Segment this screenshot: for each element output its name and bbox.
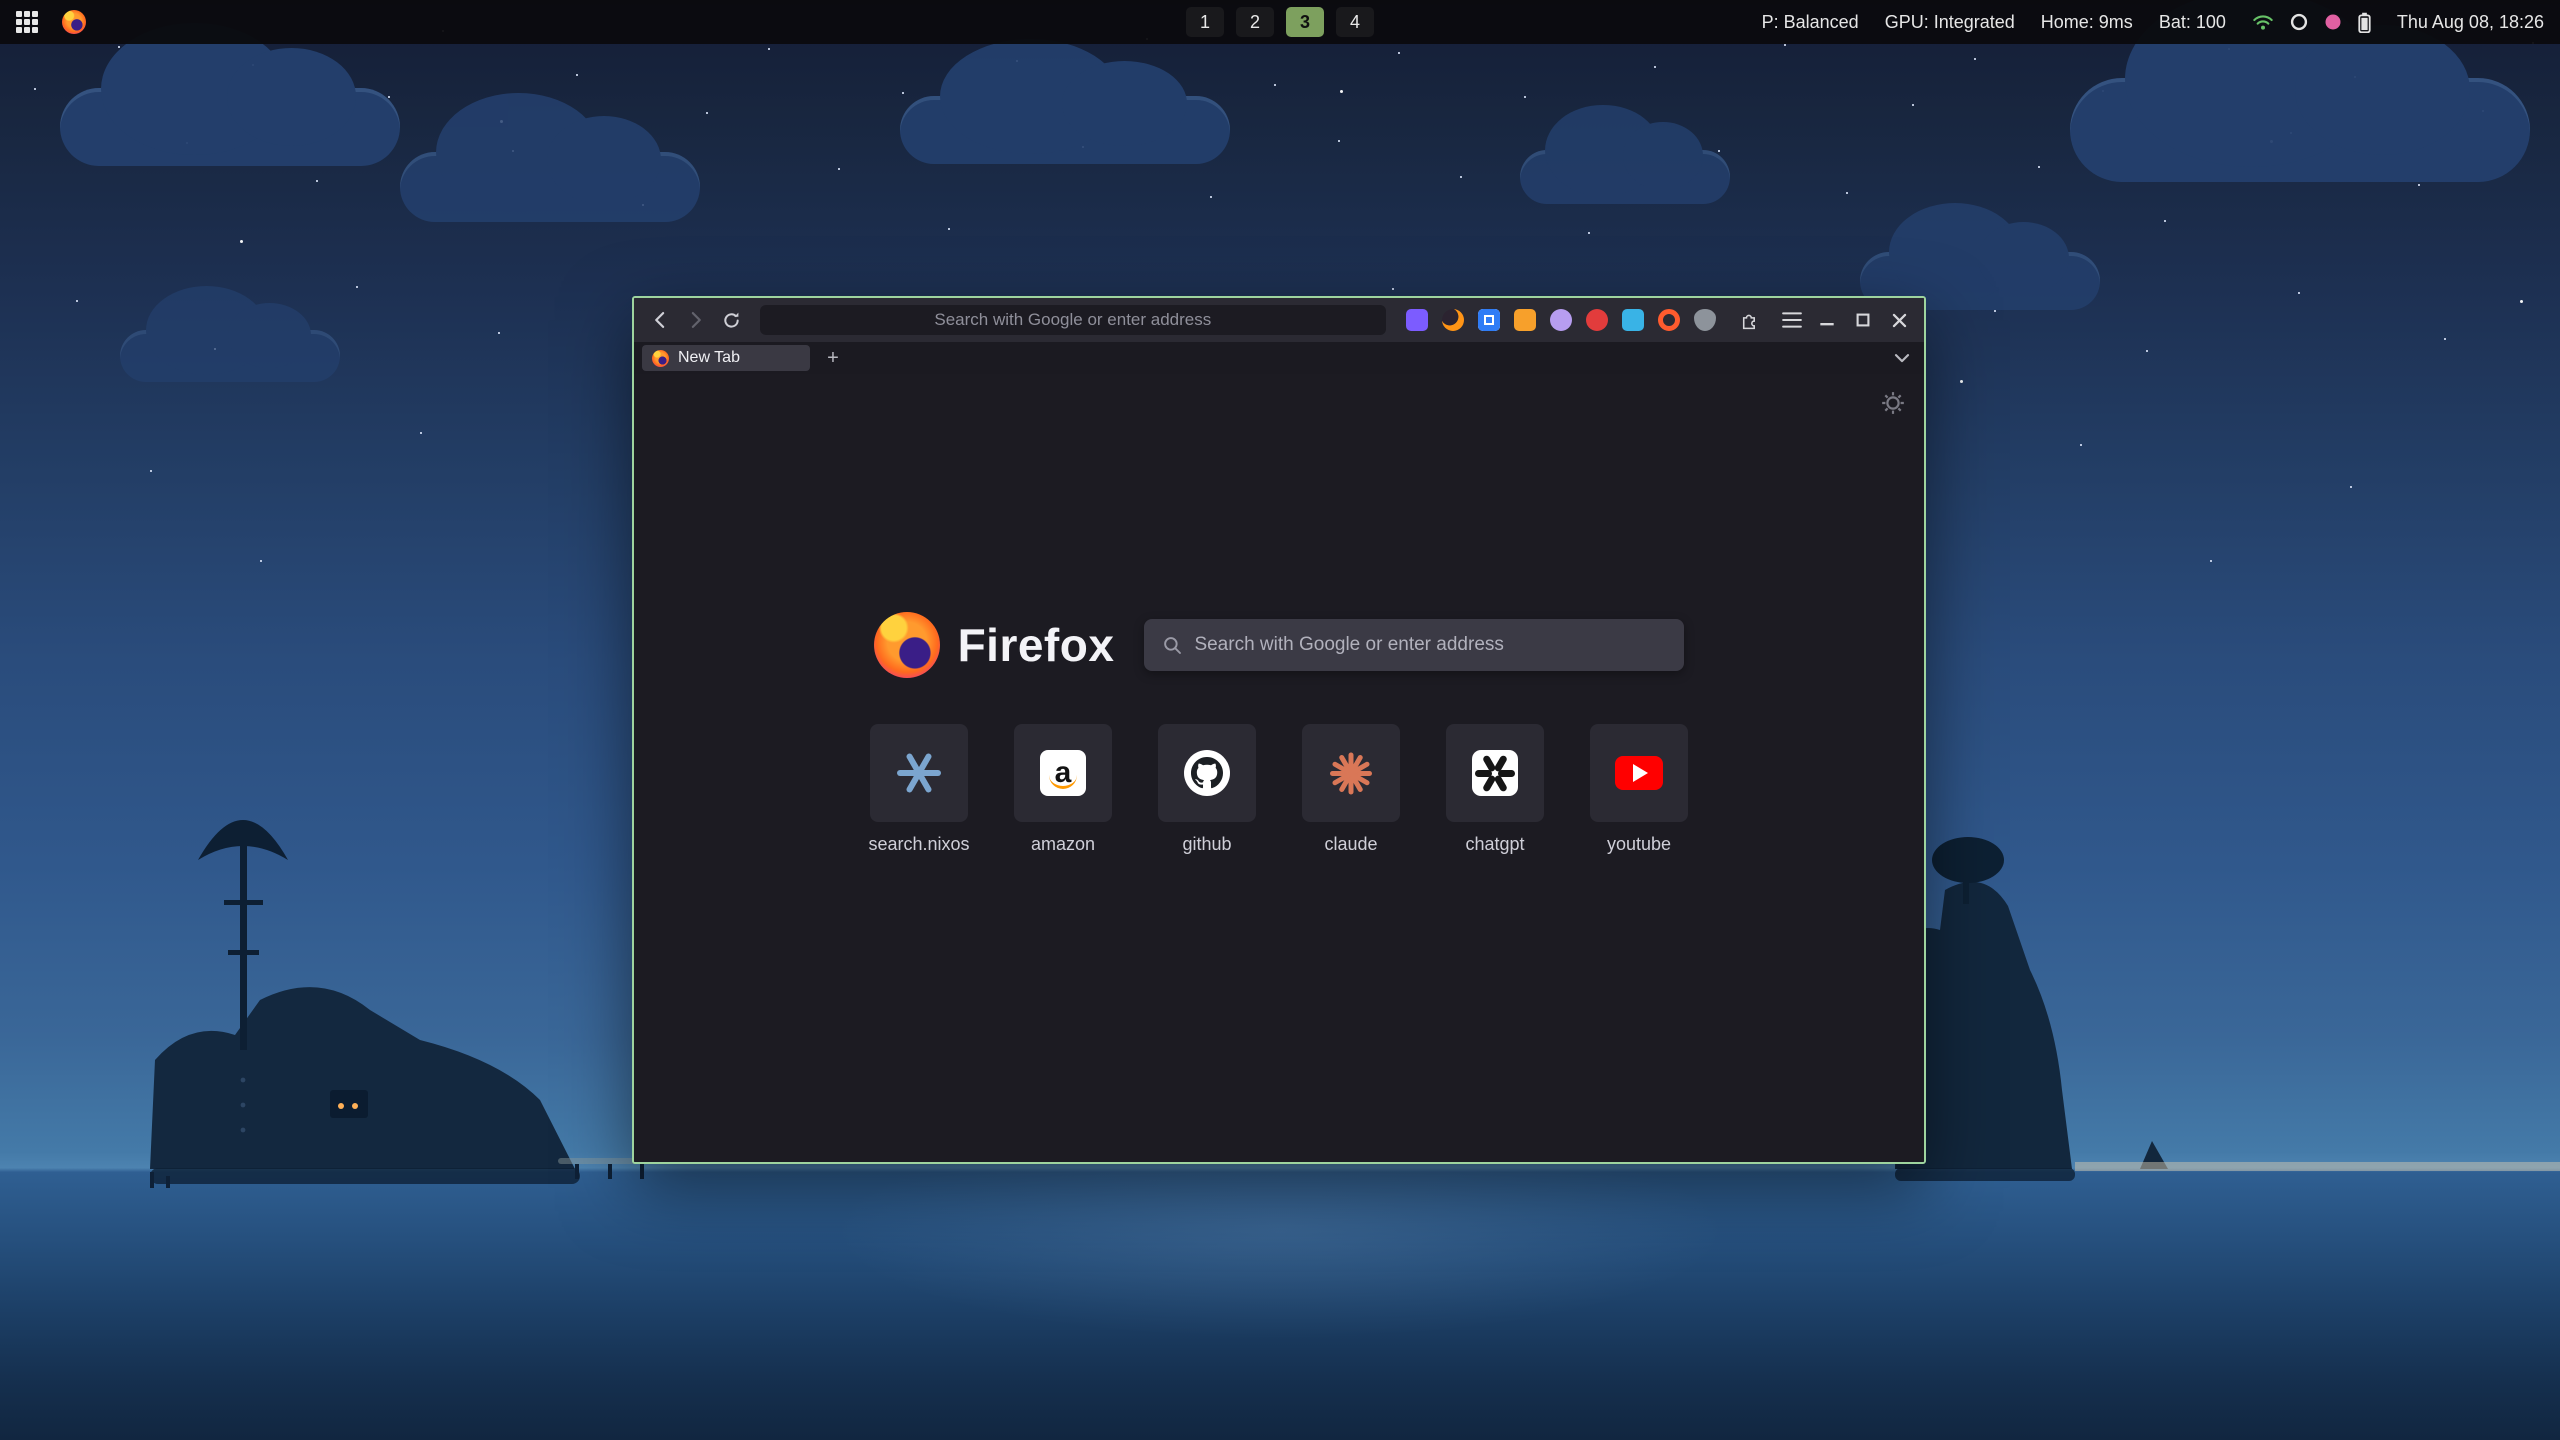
shortcut-label: youtube bbox=[1579, 834, 1699, 855]
shortcut-label: search.nixos bbox=[859, 834, 979, 855]
new-tab-button[interactable]: + bbox=[820, 345, 846, 371]
clock: Thu Aug 08, 18:26 bbox=[2397, 12, 2544, 33]
wifi-icon[interactable] bbox=[2252, 14, 2274, 30]
shortcut-amazon[interactable]: a amazon bbox=[1003, 724, 1123, 855]
browser-toolbar bbox=[634, 298, 1924, 342]
newtab-hero: Firefox bbox=[634, 612, 1924, 678]
status-bar: 1 2 3 4 P: Balanced GPU: Integrated Home… bbox=[0, 0, 2560, 44]
maximize-button[interactable] bbox=[1848, 306, 1878, 334]
personalize-gear-icon[interactable] bbox=[1880, 390, 1906, 421]
shortcut-chatgpt[interactable]: chatgpt bbox=[1435, 724, 1555, 855]
battery-status: Bat: 100 bbox=[2159, 12, 2226, 33]
media-icon[interactable] bbox=[2324, 13, 2342, 31]
youtube-play-icon bbox=[1615, 756, 1663, 790]
window-controls bbox=[1812, 306, 1914, 334]
url-input[interactable] bbox=[760, 310, 1386, 330]
toolbar-tools bbox=[1734, 304, 1808, 336]
workspace-4[interactable]: 4 bbox=[1336, 7, 1374, 37]
reload-button[interactable] bbox=[716, 304, 748, 336]
workspace-3-active[interactable]: 3 bbox=[1286, 7, 1324, 37]
newtab-page: Firefox search.nixos bbox=[634, 374, 1924, 1162]
url-bar[interactable] bbox=[760, 305, 1386, 335]
minimize-button[interactable] bbox=[1812, 306, 1842, 334]
apps-grid-icon[interactable] bbox=[16, 11, 38, 33]
shortcut-github[interactable]: github bbox=[1147, 724, 1267, 855]
firefox-logo bbox=[874, 612, 940, 678]
cloud bbox=[400, 152, 700, 222]
power-profile-status: P: Balanced bbox=[1762, 12, 1859, 33]
forward-button[interactable] bbox=[680, 304, 712, 336]
bar-right-group: P: Balanced GPU: Integrated Home: 9ms Ba… bbox=[1762, 12, 2544, 33]
list-all-tabs-chevron-icon[interactable] bbox=[1888, 345, 1916, 371]
search-icon bbox=[1162, 635, 1182, 655]
close-button[interactable] bbox=[1884, 306, 1914, 334]
firefox-wordmark: Firefox bbox=[958, 618, 1115, 672]
circle-status-icon[interactable] bbox=[2290, 13, 2308, 31]
extension-icon-2[interactable] bbox=[1442, 309, 1464, 331]
tab-strip: New Tab + bbox=[634, 342, 1924, 374]
extension-icon-8[interactable] bbox=[1658, 309, 1680, 331]
shortcut-claude[interactable]: claude bbox=[1291, 724, 1411, 855]
app-menu-icon[interactable] bbox=[1776, 304, 1808, 336]
extension-icon-9[interactable] bbox=[1694, 309, 1716, 331]
cloud bbox=[1520, 150, 1730, 204]
nixos-snowflake-icon bbox=[896, 750, 942, 796]
firefox-launcher-icon[interactable] bbox=[62, 10, 86, 34]
gpu-status: GPU: Integrated bbox=[1885, 12, 2015, 33]
back-button[interactable] bbox=[644, 304, 676, 336]
openai-knot-icon bbox=[1472, 750, 1518, 796]
workspace-2[interactable]: 2 bbox=[1236, 7, 1274, 37]
cloud bbox=[2070, 78, 2530, 182]
cloud bbox=[60, 88, 400, 166]
home-latency-status: Home: 9ms bbox=[2041, 12, 2133, 33]
shortcut-label: amazon bbox=[1003, 834, 1123, 855]
battery-icon[interactable] bbox=[2358, 12, 2371, 33]
cloud bbox=[900, 96, 1230, 164]
extension-icon-3[interactable] bbox=[1478, 309, 1500, 331]
extensions-puzzle-icon[interactable] bbox=[1734, 304, 1766, 336]
shortcut-label: github bbox=[1147, 834, 1267, 855]
extension-toolbar bbox=[1406, 309, 1716, 331]
extension-icon-5[interactable] bbox=[1550, 309, 1572, 331]
workspace-1[interactable]: 1 bbox=[1186, 7, 1224, 37]
workspace-switcher: 1 2 3 4 bbox=[1186, 0, 1374, 44]
tab-title: New Tab bbox=[678, 349, 740, 367]
firefox-favicon bbox=[652, 350, 669, 367]
tab-new-tab[interactable]: New Tab bbox=[642, 345, 810, 371]
shortcut-search-nixos[interactable]: search.nixos bbox=[859, 724, 979, 855]
shortcut-tiles: search.nixos a amazon github bbox=[634, 724, 1924, 855]
extension-icon-7[interactable] bbox=[1622, 309, 1644, 331]
shortcut-label: claude bbox=[1291, 834, 1411, 855]
desktop: 1 2 3 4 P: Balanced GPU: Integrated Home… bbox=[0, 0, 2560, 1440]
newtab-search-bar[interactable] bbox=[1144, 619, 1684, 671]
newtab-search-input[interactable] bbox=[1194, 634, 1666, 656]
bar-left-group bbox=[16, 10, 86, 34]
system-tray bbox=[2252, 12, 2371, 33]
extension-icon-4[interactable] bbox=[1514, 309, 1536, 331]
extension-icon-1[interactable] bbox=[1406, 309, 1428, 331]
cloud bbox=[120, 330, 340, 382]
claude-starburst-icon bbox=[1328, 750, 1374, 796]
github-octocat-icon bbox=[1184, 750, 1230, 796]
shortcut-youtube[interactable]: youtube bbox=[1579, 724, 1699, 855]
shortcut-label: chatgpt bbox=[1435, 834, 1555, 855]
extension-icon-6[interactable] bbox=[1586, 309, 1608, 331]
firefox-window: New Tab + Firefox bbox=[632, 296, 1926, 1164]
amazon-logo-icon: a bbox=[1040, 750, 1086, 796]
